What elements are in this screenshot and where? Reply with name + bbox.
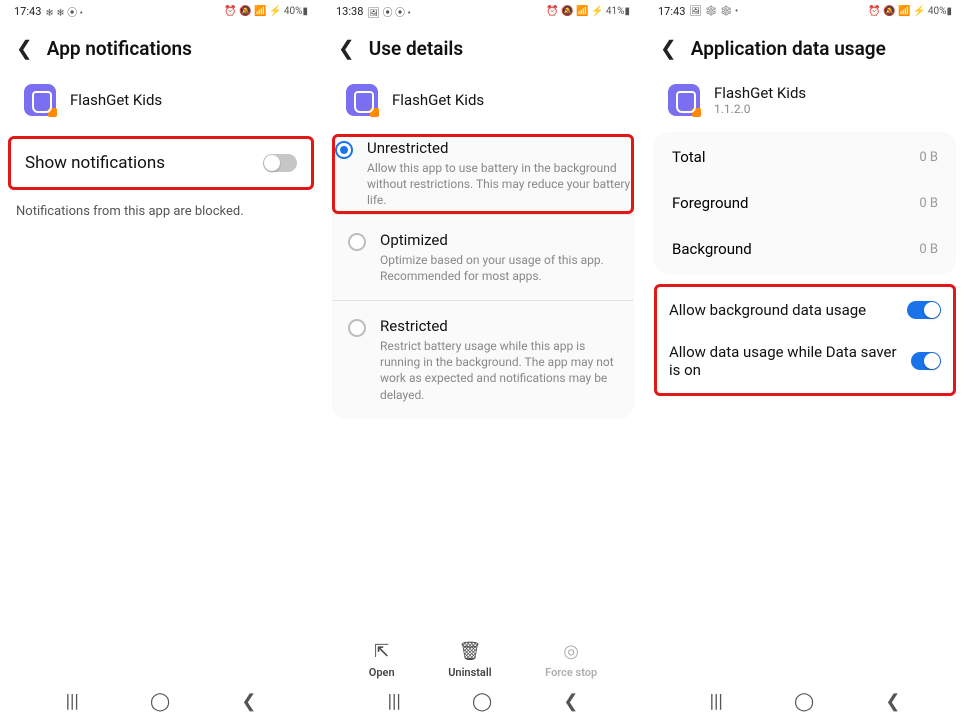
show-notifications-row[interactable]: Show notifications [8, 136, 314, 190]
nav-back[interactable]: ❮ [885, 691, 900, 712]
blocked-helper-text: Notifications from this app are blocked. [0, 194, 322, 229]
header: ❮ Use details [322, 22, 644, 74]
show-notifications-label: Show notifications [25, 153, 165, 173]
status-time: 17:43 [14, 5, 41, 18]
row-label: Foreground [672, 194, 749, 212]
open-icon: ⇱ [374, 641, 389, 662]
allow-data-saver-row[interactable]: Allow data usage while Data saver is on [657, 331, 953, 391]
status-bar: 17:43 🖼 ❄ ❄ • ⏰ 🔕 📶 ⚡ 40%▮ [644, 0, 966, 22]
data-toggles-card: Allow background data usage Allow data u… [654, 284, 956, 396]
app-row[interactable]: FlashGet Kids [322, 74, 644, 130]
uninstall-button[interactable]: 🗑 Uninstall [448, 641, 491, 679]
option-unrestricted[interactable]: Unrestricted Allow this app to use batte… [332, 134, 634, 214]
bottom-actions: ⇱ Open 🗑 Uninstall ◎ Force stop [322, 631, 644, 685]
radio-icon[interactable] [348, 233, 366, 251]
row-label: Background [672, 240, 752, 258]
nav-bar: ||| ◯ ❮ [0, 685, 322, 721]
status-left-icons: 🖼 ⦿ ⦿ • [367, 4, 411, 19]
force-stop-button: ◎ Force stop [545, 641, 597, 679]
nav-bar: ||| ◯ ❮ [644, 685, 966, 721]
screen-data-usage: 17:43 🖼 ❄ ❄ • ⏰ 🔕 📶 ⚡ 40%▮ ❮ Application… [644, 0, 966, 721]
option-title: Restricted [380, 317, 618, 335]
option-restricted[interactable]: Restricted Restrict battery usage while … [332, 300, 634, 419]
nav-recent[interactable]: ||| [388, 691, 401, 712]
battery-options-card: Unrestricted Allow this app to use batte… [332, 134, 634, 419]
stop-icon: ◎ [563, 641, 579, 662]
trash-icon: 🗑 [458, 641, 481, 662]
header: ❮ App notifications [0, 22, 322, 74]
allow-data-saver-toggle[interactable] [911, 352, 941, 370]
back-icon[interactable]: ❮ [16, 36, 33, 60]
open-button[interactable]: ⇱ Open [369, 641, 395, 679]
app-name: FlashGet Kids [70, 91, 162, 109]
app-name: FlashGet Kids [392, 91, 484, 109]
nav-home[interactable]: ◯ [150, 691, 170, 712]
app-icon [346, 84, 378, 116]
option-optimized[interactable]: Optimized Optimize based on your usage o… [332, 214, 634, 300]
uninstall-label: Uninstall [448, 666, 491, 679]
page-title: Use details [369, 37, 463, 60]
app-name: FlashGet Kids [714, 84, 806, 102]
status-left-icons: ❄ ❄ ⦿ • [45, 4, 83, 19]
foreground-row: Foreground 0 B [654, 180, 956, 226]
open-label: Open [369, 666, 395, 679]
allow-background-data-row[interactable]: Allow background data usage [657, 289, 953, 331]
allow-background-data-toggle[interactable] [907, 301, 941, 319]
option-title: Optimized [380, 231, 618, 249]
nav-home[interactable]: ◯ [472, 691, 492, 712]
app-row[interactable]: FlashGet Kids 1.1.2.0 [644, 74, 966, 130]
app-version: 1.1.2.0 [714, 102, 806, 116]
row-label: Total [672, 148, 706, 166]
radio-icon[interactable] [335, 141, 353, 159]
force-stop-label: Force stop [545, 666, 597, 679]
toggle-label: Allow background data usage [669, 301, 876, 319]
background-row: Background 0 B [654, 226, 956, 272]
row-value: 0 B [919, 150, 938, 165]
row-value: 0 B [919, 242, 938, 257]
option-title: Unrestricted [367, 139, 631, 157]
radio-icon[interactable] [348, 319, 366, 337]
status-right-icons: ⏰ 🔕 📶 ⚡ 40%▮ [224, 6, 308, 17]
screen-app-notifications: 17:43 ❄ ❄ ⦿ • ⏰ 🔕 📶 ⚡ 40%▮ ❮ App notific… [0, 0, 322, 721]
page-title: Application data usage [691, 37, 886, 60]
nav-back[interactable]: ❮ [241, 691, 256, 712]
status-bar: 13:38 🖼 ⦿ ⦿ • ⏰ 🔕 📶 ⚡ 41%▮ [322, 0, 644, 22]
option-desc: Restrict battery usage while this app is… [380, 338, 618, 403]
status-right-icons: ⏰ 🔕 📶 ⚡ 41%▮ [546, 6, 630, 17]
nav-home[interactable]: ◯ [794, 691, 814, 712]
status-bar: 17:43 ❄ ❄ ⦿ • ⏰ 🔕 📶 ⚡ 40%▮ [0, 0, 322, 22]
back-icon[interactable]: ❮ [660, 36, 677, 60]
page-title: App notifications [47, 37, 192, 60]
option-desc: Allow this app to use battery in the bac… [367, 160, 631, 209]
total-row: Total 0 B [654, 134, 956, 180]
back-icon[interactable]: ❮ [338, 36, 355, 60]
app-icon [668, 84, 700, 116]
nav-recent[interactable]: ||| [710, 691, 723, 712]
data-usage-card: Total 0 B Foreground 0 B Background 0 B [654, 132, 956, 274]
row-value: 0 B [919, 196, 938, 211]
screen-use-details: 13:38 🖼 ⦿ ⦿ • ⏰ 🔕 📶 ⚡ 41%▮ ❮ Use details… [322, 0, 644, 721]
nav-back[interactable]: ❮ [563, 691, 578, 712]
header: ❮ Application data usage [644, 22, 966, 74]
status-right-icons: ⏰ 🔕 📶 ⚡ 40%▮ [868, 6, 952, 17]
option-desc: Optimize based on your usage of this app… [380, 252, 618, 284]
toggle-label: Allow data usage while Data saver is on [669, 343, 911, 379]
nav-bar: ||| ◯ ❮ [322, 685, 644, 721]
app-row[interactable]: FlashGet Kids [0, 74, 322, 130]
status-time: 13:38 [336, 5, 363, 18]
status-time: 17:43 [658, 5, 685, 18]
app-icon [24, 84, 56, 116]
show-notifications-toggle[interactable] [263, 154, 297, 172]
nav-recent[interactable]: ||| [66, 691, 79, 712]
status-left-icons: 🖼 ❄ ❄ • [689, 6, 738, 17]
